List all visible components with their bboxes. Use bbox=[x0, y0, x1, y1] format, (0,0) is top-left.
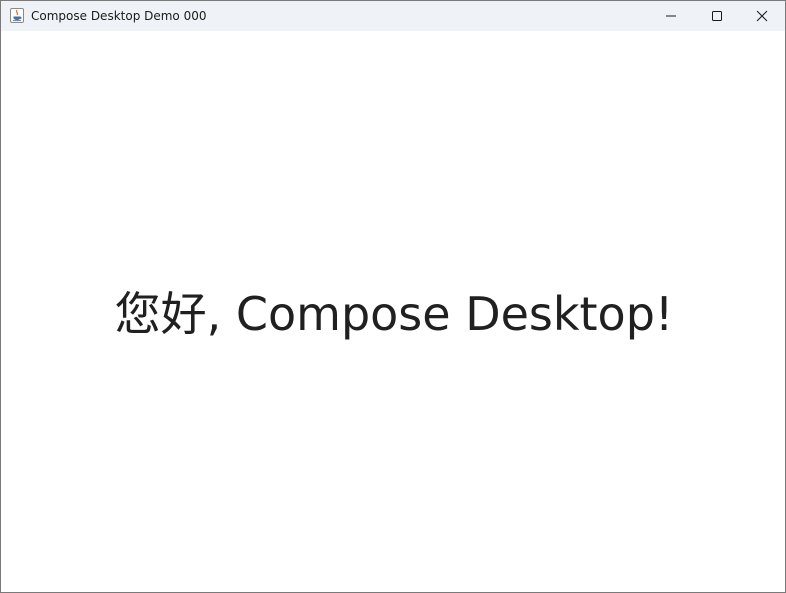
minimize-icon bbox=[665, 10, 677, 22]
window-title: Compose Desktop Demo 000 bbox=[31, 9, 207, 23]
java-icon[interactable] bbox=[10, 8, 24, 23]
maximize-icon bbox=[711, 10, 723, 22]
title-bar[interactable]: Compose Desktop Demo 000 bbox=[1, 1, 785, 31]
minimize-button[interactable] bbox=[648, 1, 694, 31]
app-window: Compose Desktop Demo 000 您好, Compose Des… bbox=[0, 0, 786, 593]
close-button[interactable] bbox=[739, 1, 785, 31]
close-icon bbox=[756, 10, 768, 22]
maximize-button[interactable] bbox=[694, 1, 740, 31]
greeting-text: 您好, Compose Desktop! bbox=[114, 287, 674, 341]
main-content: 您好, Compose Desktop! bbox=[1, 31, 785, 592]
